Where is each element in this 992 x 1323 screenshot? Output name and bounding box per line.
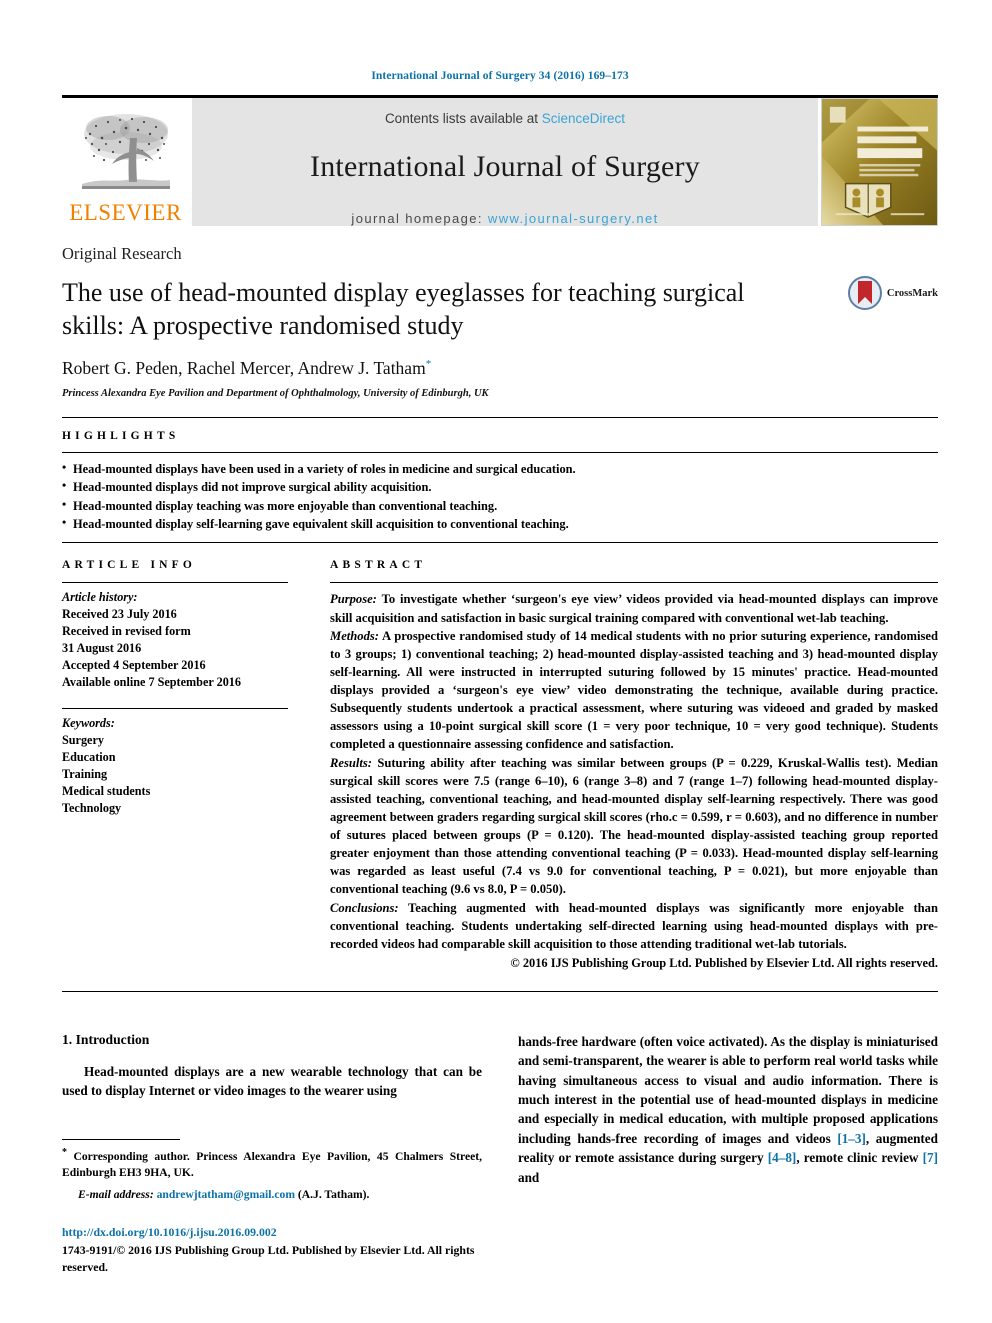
body-columns: 1. Introduction Head-mounted displays ar… xyxy=(62,1032,938,1277)
keyword-item: Training xyxy=(62,766,108,781)
email-suffix: (A.J. Tatham). xyxy=(295,1188,370,1202)
page-title: The use of head-mounted display eyeglass… xyxy=(62,278,745,341)
article-history-label: Article history: xyxy=(62,590,138,605)
journal-homepage-link[interactable]: www.journal-surgery.net xyxy=(488,211,659,226)
abstract-purpose-label: Purpose: xyxy=(330,592,377,607)
sciencedirect-link[interactable]: ScienceDirect xyxy=(542,111,625,126)
keywords-block: Keywords: Surgery Education Training Med… xyxy=(62,709,288,816)
reference-link-3[interactable]: [7] xyxy=(923,1150,938,1165)
crossmark-label: CrossMark xyxy=(886,287,938,299)
corresponding-author-footnote: * Corresponding author. Princess Alexand… xyxy=(62,1146,482,1182)
email-link[interactable]: andrewjtatham@gmail.com xyxy=(157,1188,295,1201)
journal-cover-thumbnail xyxy=(821,98,938,226)
abstract-results: Results: Suturing ability after teaching… xyxy=(330,754,938,899)
intro-paragraph-right: hands-free hardware (often voice activat… xyxy=(518,1032,938,1187)
imprint-block: http://dx.doi.org/10.1016/j.ijsu.2016.09… xyxy=(62,1224,482,1277)
list-item: Head-mounted display teaching was more e… xyxy=(62,496,938,515)
crossmark-icon xyxy=(847,276,882,310)
intro-right-part1: hands-free hardware (often voice activat… xyxy=(518,1033,938,1146)
info-abstract-block: ARTICLE INFO Article history: Received 2… xyxy=(62,559,938,972)
list-item: Head-mounted displays did not improve su… xyxy=(62,477,938,496)
footnote-divider xyxy=(62,1138,180,1140)
section-title-introduction: 1. Introduction xyxy=(62,1031,150,1047)
contents-available-line: Contents lists available at ScienceDirec… xyxy=(385,111,625,126)
journal-masthead: ELSEVIER Contents lists available at Sci… xyxy=(62,95,938,226)
abstract-copyright: © 2016 IJS Publishing Group Ltd. Publish… xyxy=(510,955,938,970)
title-block: Original Research The use of head-mounte… xyxy=(62,244,938,399)
history-item: 31 August 2016 xyxy=(62,640,142,655)
footnote-area: * Corresponding author. Princess Alexand… xyxy=(62,1138,482,1277)
keyword-item: Education xyxy=(62,750,116,765)
running-head: International Journal of Surgery 34 (201… xyxy=(371,70,629,82)
reference-link-2[interactable]: [4–8] xyxy=(768,1150,797,1165)
highlights-list: Head-mounted displays have been used in … xyxy=(62,453,938,542)
abstract-conclusions-label: Conclusions: xyxy=(330,900,399,915)
abstract-purpose: Purpose: To investigate whether ‘surgeon… xyxy=(330,590,938,626)
author-list: Robert G. Peden, Rachel Mercer, Andrew J… xyxy=(62,358,938,379)
intro-right-part3: , remote clinic review xyxy=(796,1150,923,1166)
article-info-column: ARTICLE INFO Article history: Received 2… xyxy=(62,559,312,972)
email-label: E-mail address: xyxy=(78,1188,154,1202)
journal-homepage-line: journal homepage: www.journal-surgery.ne… xyxy=(351,211,658,226)
journal-title: International Journal of Surgery xyxy=(310,150,700,183)
elsevier-logo: ELSEVIER xyxy=(62,98,189,226)
journal-band: Contents lists available at ScienceDirec… xyxy=(192,98,818,226)
abstract-heading: ABSTRACT xyxy=(330,559,427,572)
history-item: Received 23 July 2016 xyxy=(62,607,177,622)
journal-article-page: International Journal of Surgery 34 (201… xyxy=(0,0,992,1323)
keyword-item: Surgery xyxy=(62,733,104,748)
author-affiliation: Princess Alexandra Eye Pavilion and Depa… xyxy=(62,388,489,400)
issn-copyright-line: 1743-9191/© 2016 IJS Publishing Group Lt… xyxy=(62,1242,475,1275)
elsevier-wordmark: ELSEVIER xyxy=(69,200,182,225)
corresponding-author-text: Corresponding author. Princess Alexandra… xyxy=(62,1149,482,1180)
abstract-bottom-rule xyxy=(62,990,938,992)
highlights-bottom-rule xyxy=(62,542,938,544)
keywords-label: Keywords: xyxy=(62,716,115,731)
authors-names: Robert G. Peden, Rachel Mercer, Andrew J… xyxy=(62,358,426,379)
homepage-prefix: journal homepage: xyxy=(351,211,488,226)
article-info-heading: ARTICLE INFO xyxy=(62,559,197,572)
history-item: Available online 7 September 2016 xyxy=(62,674,241,689)
abstract-conclusions-text: Teaching augmented with head-mounted dis… xyxy=(330,900,938,951)
reference-link-1[interactable]: [1–3] xyxy=(837,1131,866,1146)
abstract-body: Purpose: To investigate whether ‘surgeon… xyxy=(330,583,938,972)
article-type: Original Research xyxy=(62,244,182,263)
abstract-results-label: Results: xyxy=(330,755,372,770)
body-column-left: 1. Introduction Head-mounted displays ar… xyxy=(62,1032,482,1277)
contents-prefix: Contents lists available at xyxy=(384,111,542,126)
article-history: Article history: Received 23 July 2016 R… xyxy=(62,583,288,690)
doi-link[interactable]: http://dx.doi.org/10.1016/j.ijsu.2016.09… xyxy=(62,1224,482,1242)
email-footnote: E-mail address: andrewjtatham@gmail.com … xyxy=(62,1187,482,1204)
abstract-methods-label: Methods: xyxy=(330,628,379,643)
abstract-conclusions: Conclusions: Teaching augmented with hea… xyxy=(330,899,938,953)
highlights-heading: HIGHLIGHTS xyxy=(62,430,180,443)
crossmark-badge[interactable]: CrossMark xyxy=(847,276,938,310)
history-item: Received in revised form xyxy=(62,624,191,639)
intro-right-part4: and xyxy=(518,1169,540,1185)
keyword-item: Medical students xyxy=(62,783,151,798)
corresponding-author-marker: * xyxy=(425,358,432,371)
body-column-right: hands-free hardware (often voice activat… xyxy=(518,1032,938,1277)
abstract-methods-text: A prospective randomised study of 14 med… xyxy=(330,628,938,752)
highlights-section: HIGHLIGHTS Head-mounted displays have be… xyxy=(62,417,938,544)
abstract-purpose-text: To investigate whether ‘surgeon's eye vi… xyxy=(330,592,938,625)
list-item: Head-mounted displays have been used in … xyxy=(62,459,938,478)
highlights-top-rule xyxy=(62,417,938,419)
abstract-methods: Methods: A prospective randomised study … xyxy=(330,627,938,754)
abstract-results-text: Suturing ability after teaching was simi… xyxy=(330,755,938,897)
abstract-column: ABSTRACT Purpose: To investigate whether… xyxy=(312,559,938,972)
keyword-item: Technology xyxy=(62,800,122,815)
elsevier-tree-icon xyxy=(74,108,178,200)
list-item: Head-mounted display self-learning gave … xyxy=(62,514,938,533)
intro-paragraph-left: Head-mounted displays are a new wearable… xyxy=(62,1063,482,1099)
history-item: Accepted 4 September 2016 xyxy=(62,657,206,672)
page-content: International Journal of Surgery 34 (201… xyxy=(62,0,938,1277)
